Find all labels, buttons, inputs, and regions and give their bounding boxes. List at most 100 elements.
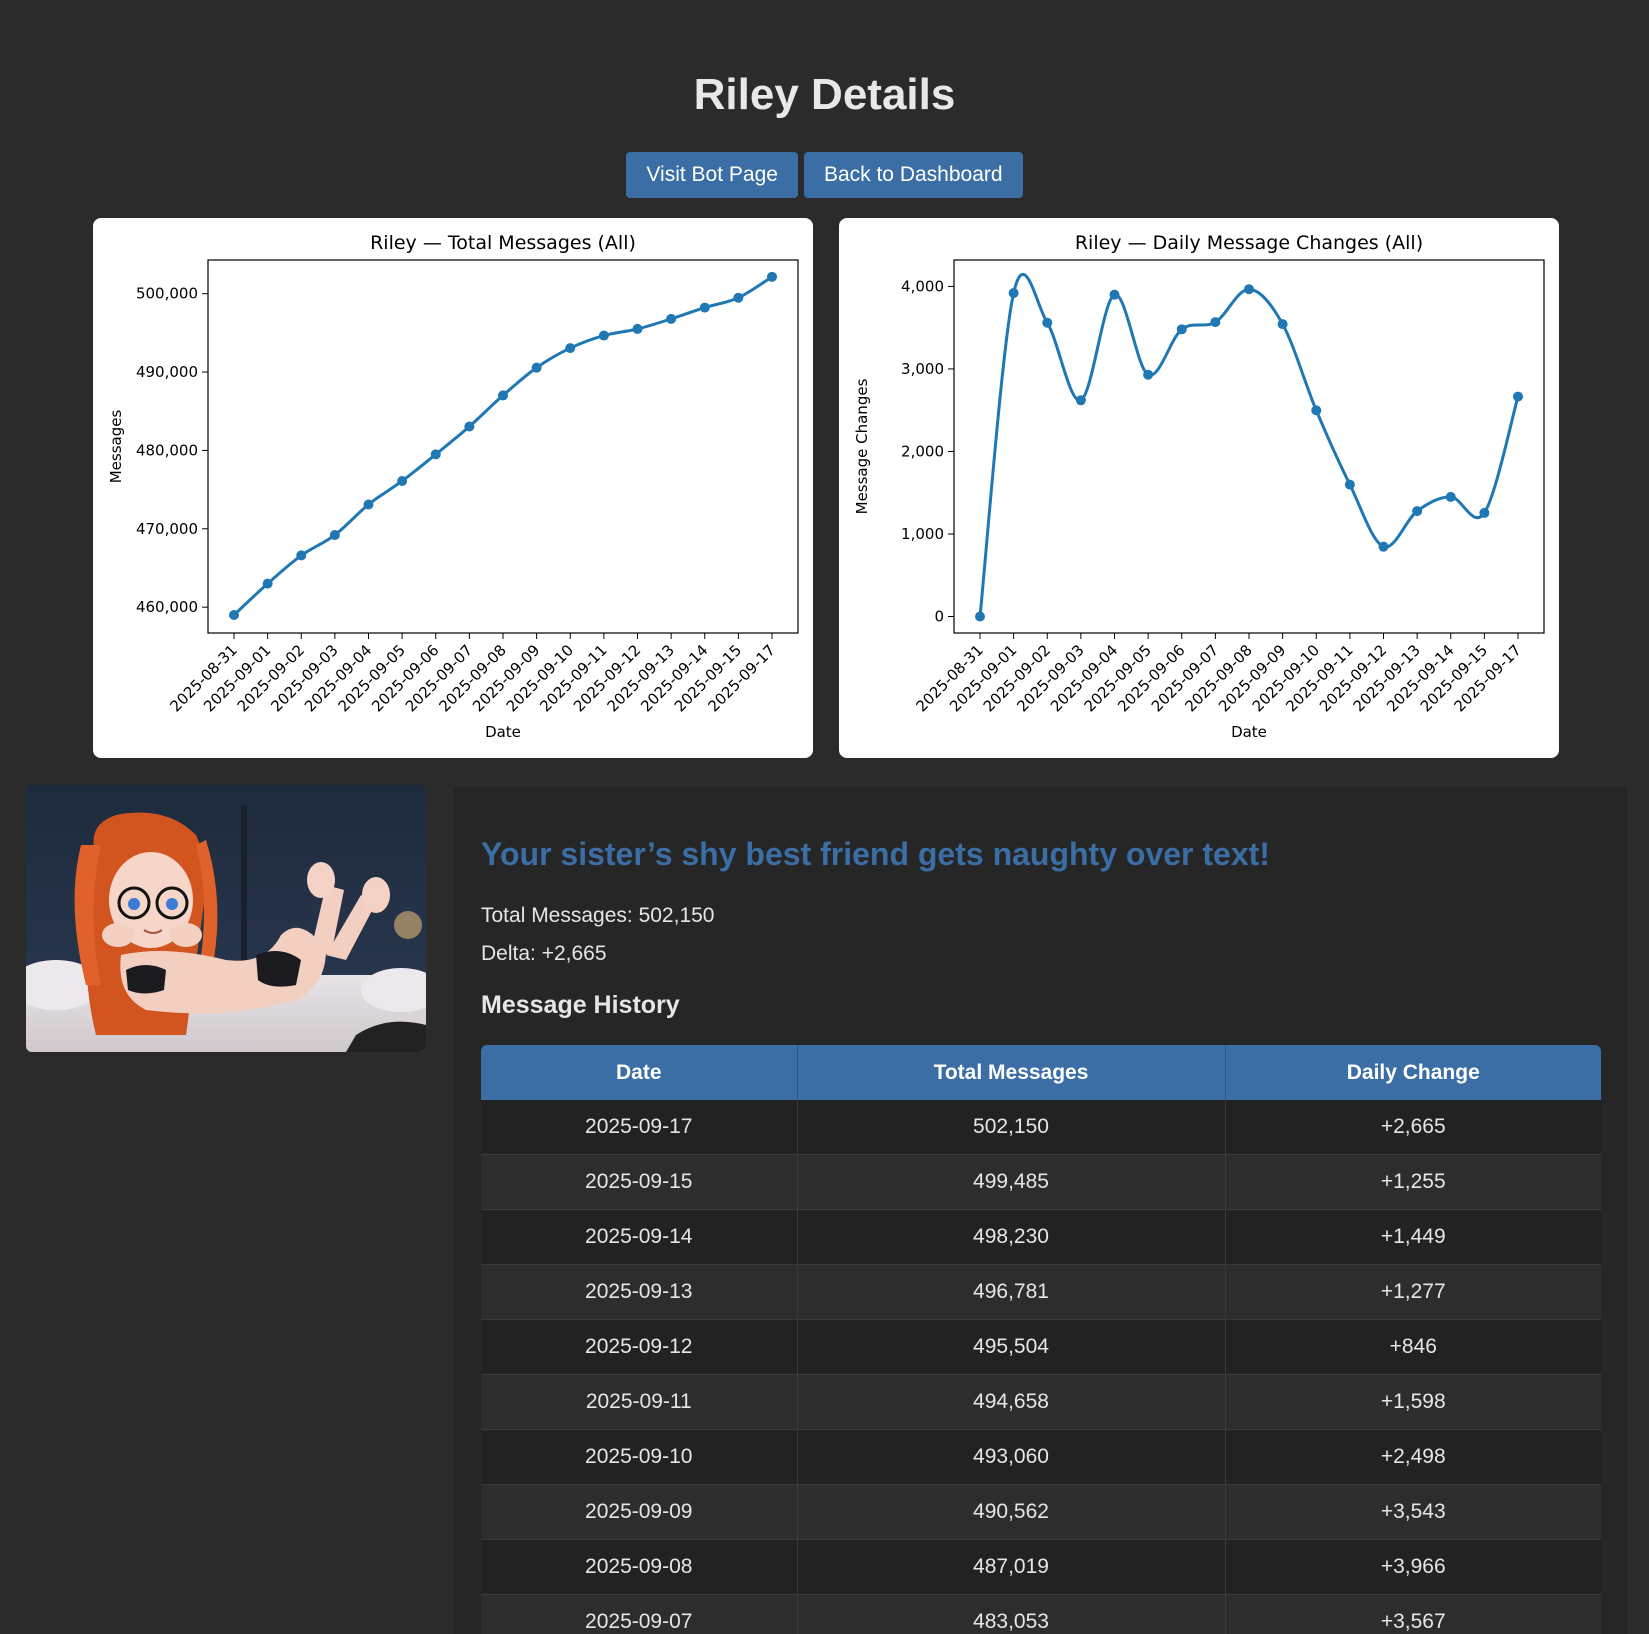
data-point (666, 313, 677, 324)
table-row: 2025-09-17 502,150 +2,665 (481, 1100, 1601, 1155)
y-tick-label: 3,000 (901, 360, 944, 378)
data-point (1277, 319, 1288, 330)
data-point (1344, 479, 1355, 490)
table-row: 2025-09-11 494,658 +1,598 (481, 1374, 1601, 1430)
data-point (1008, 288, 1019, 299)
data-point (975, 611, 985, 622)
bot-avatar-image (26, 785, 426, 1052)
data-point (464, 421, 475, 432)
table-row: 2025-09-10 493,060 +2,498 (481, 1429, 1601, 1485)
daily-changes-chart: Riley — Daily Message Changes (All) 0 1,00… (853, 232, 1545, 741)
cell-date: 2025-09-15 (481, 1154, 798, 1210)
data-point (498, 390, 508, 401)
y-tick-label: 4,000 (901, 277, 944, 295)
cell-total: 498,230 (797, 1209, 1226, 1265)
series-line (232, 275, 773, 617)
y-axis-label: Messages (107, 410, 125, 484)
cell-change: +1,277 (1225, 1264, 1601, 1320)
data-point (229, 609, 239, 620)
data-point (565, 343, 576, 354)
cell-date: 2025-09-17 (481, 1100, 798, 1155)
back-to-dashboard-button[interactable]: Back to Dashboard (803, 152, 1023, 198)
data-point (1378, 541, 1389, 552)
data-point (1244, 284, 1254, 295)
cell-change: +3,966 (1225, 1539, 1601, 1595)
cell-date: 2025-09-07 (481, 1594, 798, 1634)
cell-date: 2025-09-12 (481, 1319, 798, 1375)
bot-tagline: Your sister’s shy best friend gets naugh… (481, 836, 1270, 872)
cell-change: +846 (1225, 1319, 1601, 1375)
data-point (1412, 506, 1423, 517)
table-header-row: Date Total Messages Daily Change (481, 1045, 1601, 1100)
data-point (1445, 491, 1456, 502)
bot-details-panel: Your sister’s shy best friend gets naugh… (452, 785, 1629, 1634)
data-point (329, 530, 340, 541)
x-axis-label: Date (1231, 723, 1267, 741)
cell-total: 483,053 (797, 1594, 1226, 1634)
cell-change: +1,449 (1225, 1209, 1601, 1265)
cell-change: +3,543 (1225, 1484, 1601, 1540)
x-axis-label: Date (485, 723, 521, 741)
cell-total: 502,150 (797, 1100, 1226, 1155)
data-point (632, 323, 643, 334)
y-tick-label: 0 (934, 607, 944, 625)
series-line (978, 272, 1520, 617)
data-point (699, 302, 710, 313)
data-point (598, 330, 609, 341)
cell-total: 495,504 (797, 1319, 1226, 1375)
data-point (1513, 391, 1523, 402)
column-header-date[interactable]: Date (481, 1045, 798, 1100)
y-tick-label: 1,000 (901, 525, 944, 543)
data-point (767, 271, 777, 282)
data-point (1109, 289, 1120, 300)
chart-title: Riley — Daily Message Changes (All) (1075, 232, 1423, 254)
data-point (1311, 405, 1322, 416)
page-title: Riley Details (693, 70, 956, 119)
cell-total: 499,485 (797, 1154, 1226, 1210)
action-buttons: Visit Bot Page Back to Dashboard (0, 152, 1649, 198)
data-point (262, 578, 273, 589)
y-tick-label: 470,000 (136, 520, 198, 538)
data-point (1479, 507, 1490, 518)
cell-total: 493,060 (797, 1429, 1226, 1485)
cell-date: 2025-09-14 (481, 1209, 798, 1265)
daily-changes-chart-card: Riley — Daily Message Changes (All) 0 1,00… (839, 218, 1559, 758)
column-header-daily-change[interactable]: Daily Change (1225, 1045, 1601, 1100)
cell-date: 2025-09-11 (481, 1374, 798, 1430)
message-history-table: Date Total Messages Daily Change 2025-09… (481, 1045, 1601, 1634)
plot-frame (207, 259, 799, 634)
chart-title: Riley — Total Messages (All) (370, 232, 636, 254)
cell-date: 2025-09-08 (481, 1539, 798, 1595)
data-point (1042, 317, 1053, 328)
cell-total: 494,658 (797, 1374, 1226, 1430)
total-messages-chart: Riley — Total Messages (All) 460,000 470,0… (107, 232, 799, 741)
y-tick-label: 480,000 (136, 441, 198, 459)
column-header-total-messages[interactable]: Total Messages (797, 1045, 1226, 1100)
data-point (1210, 317, 1221, 328)
table-row: 2025-09-09 490,562 +3,543 (481, 1484, 1601, 1540)
y-axis-label: Message Changes (853, 378, 871, 514)
table-row: 2025-09-15 499,485 +1,255 (481, 1154, 1601, 1210)
cell-change: +3,567 (1225, 1594, 1601, 1634)
data-point (363, 499, 374, 510)
cell-total: 496,781 (797, 1264, 1226, 1320)
y-tick-label: 490,000 (136, 363, 198, 381)
visit-bot-page-button[interactable]: Visit Bot Page (626, 152, 798, 198)
y-tick-label: 2,000 (901, 442, 944, 460)
page: Riley Details Visit Bot Page Back to Das… (0, 0, 1649, 1634)
cell-change: +1,255 (1225, 1154, 1601, 1210)
data-point (430, 449, 441, 460)
message-history-title: Message History (481, 991, 680, 1019)
data-point (397, 475, 408, 486)
data-point (1143, 369, 1154, 380)
cell-change: +1,598 (1225, 1374, 1601, 1430)
data-point (1075, 395, 1086, 406)
cell-date: 2025-09-09 (481, 1484, 798, 1540)
cell-date: 2025-09-13 (481, 1264, 798, 1320)
table-row: 2025-09-13 496,781 +1,277 (481, 1264, 1601, 1320)
bot-illustration (26, 785, 426, 1052)
y-tick-label: 460,000 (136, 598, 198, 616)
cell-change: +2,498 (1225, 1429, 1601, 1485)
total-messages-stat: Total Messages: 502,150 (481, 904, 715, 927)
cell-total: 490,562 (797, 1484, 1226, 1540)
